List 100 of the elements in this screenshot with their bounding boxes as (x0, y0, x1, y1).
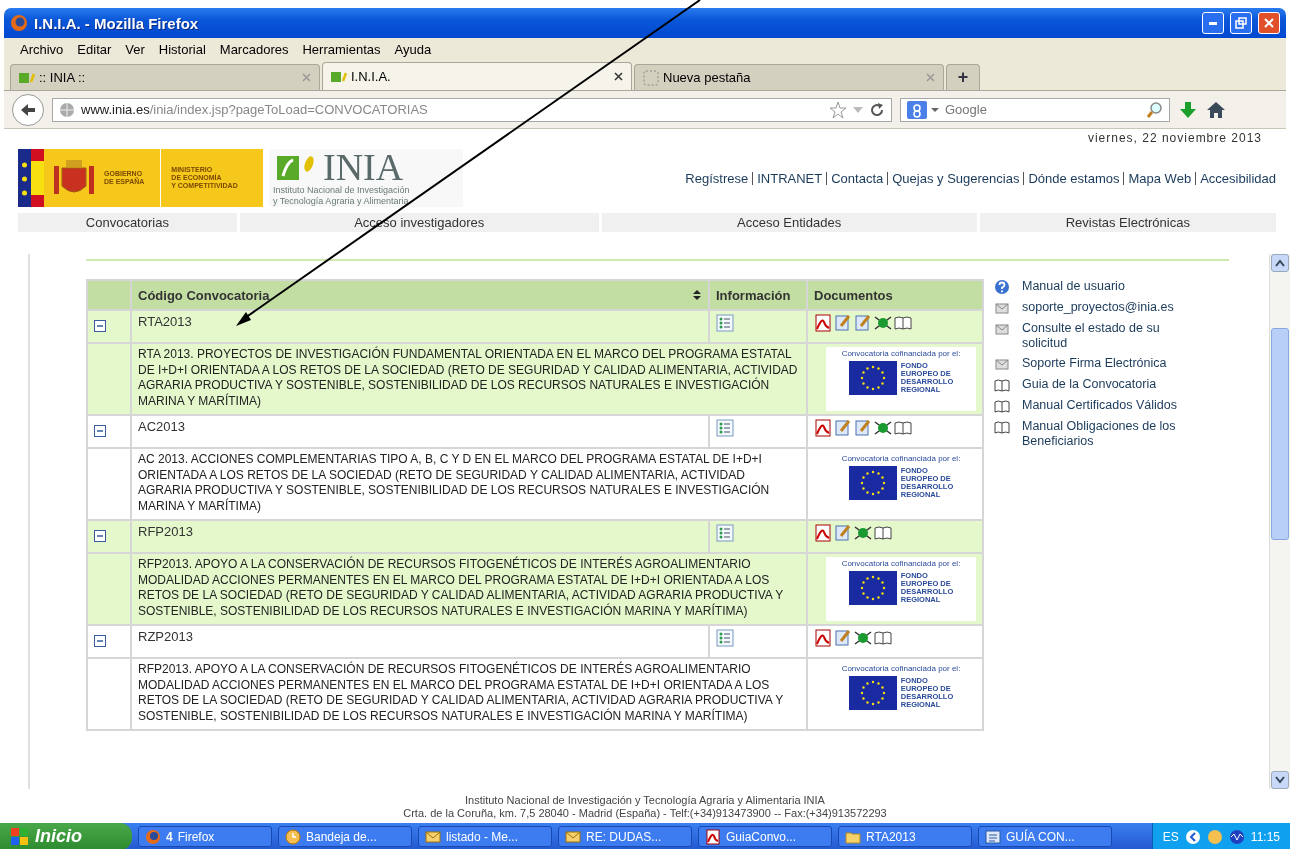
footer-text: Crta. de la Coruña, km. 7,5 28040 - Madrid (España) - Telf:(+34)913473900 -- Fax:(+34)913572293 (403, 807, 887, 820)
edit-document-icon (854, 314, 872, 332)
minimize-icon (1209, 21, 1217, 25)
network-icon (874, 314, 892, 332)
book-icon (894, 419, 912, 437)
header-link[interactable]: Quejas y Sugerencias (892, 170, 1020, 186)
minimize-button[interactable] (1202, 12, 1224, 34)
envelope-icon (994, 356, 1010, 372)
download-button[interactable] (1178, 99, 1198, 120)
blank-page-icon (643, 69, 659, 86)
menu-item[interactable]: Historial (152, 39, 212, 59)
restore-button[interactable] (1230, 12, 1252, 34)
sort-icon (692, 289, 702, 301)
taskbar-item[interactable]: RE: DUDAS... (558, 826, 692, 847)
network-icon (854, 524, 872, 542)
book-icon (994, 419, 1010, 435)
collapse-icon[interactable] (94, 635, 106, 647)
nav-menu-item[interactable]: Revistas Electrónicas (979, 213, 1276, 232)
date-text: viernes, 22 noviembre 2013 (1087, 131, 1262, 145)
sidebar-link[interactable]: Guia de la Convocatoria (994, 377, 1199, 393)
menu-item[interactable]: Herramientas (296, 39, 387, 59)
taskbar-item[interactable]: Bandeja de... (278, 826, 412, 847)
menu-item[interactable]: Editar (71, 39, 118, 59)
globe-icon (59, 101, 75, 118)
search-box[interactable]: Google (900, 97, 1170, 122)
sidebar-link[interactable]: soporte_proyectos@inia.es (994, 300, 1199, 316)
scroll-down-button[interactable] (1271, 771, 1289, 789)
reload-icon (869, 101, 885, 118)
taskbar-item[interactable]: 4 Firefox (138, 826, 272, 847)
envelope-icon (425, 828, 441, 845)
menu-item[interactable]: Ver (119, 39, 151, 59)
close-button[interactable] (1258, 12, 1280, 34)
book-icon (894, 314, 912, 332)
document-icon (985, 828, 1001, 845)
call-description: RTA 2013. PROYECTOS DE INVESTIGACIÓN FUNDAMENTAL ORIENTADA EN EL MARCO DEL PROGRAMA ESTATAL DE I+D+I ORIENTADA A LOS RETOS DE LA SOCIEDAD (RETO DE SEGURIDAD Y CALIDAD ALIMENTARIA, ACTIVIDAD AGRARIA PRODUCTIVA Y SOSTENIBLE, SOSTENIBILIDAD DE LOS RECURSOS NATURALES E INVESTIGACIÓN MARINA Y MARÍTIMA) (138, 347, 799, 409)
start-button[interactable]: Inicio (0, 823, 132, 849)
address-bar[interactable]: www.inia.es/inia/index.jsp?pageToLoad=CONVOCATORIAS (52, 97, 892, 122)
collapse-icon[interactable] (94, 320, 106, 332)
sidebar-link[interactable]: Manual de usuario (994, 279, 1199, 295)
call-code: RFP2013 (138, 524, 194, 541)
sidebar-link[interactable]: Consulte el estado de su solicitud (994, 321, 1199, 351)
column-header: Documentos (808, 281, 982, 309)
menu-item[interactable]: Ayuda (388, 39, 438, 59)
windows-logo-icon (10, 827, 29, 846)
search-engine-icon (907, 100, 927, 119)
header-link[interactable]: Regístrese (685, 170, 749, 186)
browser-tab[interactable]: :: INIA :: (10, 64, 320, 90)
pdf-icon (814, 314, 832, 332)
window-title: I.N.I.A. - Mozilla Firefox (34, 14, 200, 32)
chevron-down-icon (1275, 776, 1285, 784)
call-code: AC2013 (138, 419, 186, 436)
back-arrow-icon (19, 101, 37, 118)
new-tab-button[interactable]: + (946, 64, 980, 90)
firefox-icon (145, 828, 161, 845)
list-icon[interactable] (716, 419, 734, 437)
collapse-icon[interactable] (94, 425, 106, 437)
list-icon[interactable] (716, 524, 734, 542)
list-icon[interactable] (716, 314, 734, 332)
list-icon[interactable] (716, 629, 734, 647)
back-button[interactable] (12, 93, 44, 126)
column-header[interactable]: Código Convocatoria (138, 287, 270, 303)
pdf-icon (814, 629, 832, 647)
taskbar-item[interactable]: GUÍA CON... (978, 826, 1112, 847)
home-button[interactable] (1206, 99, 1226, 120)
restore-icon (1235, 17, 1247, 29)
browser-tab[interactable]: Nueva pestaña (634, 64, 944, 90)
book-icon (874, 524, 892, 542)
sidebar-link[interactable]: Manual Obligaciones de los Beneficiarios (994, 419, 1199, 449)
sidebar-link[interactable]: Soporte Firma Electrónica (994, 356, 1199, 372)
menu-item[interactable]: Archivo (14, 39, 70, 59)
header-link[interactable]: INTRANET (757, 170, 823, 186)
call-description: RFP2013. APOYO A LA CONSERVACIÓN DE RECURSOS FITOGENÉTICOS DE INTERÉS AGROALIMENTARIO MODALIDAD ACCIONES PERMANENTES EN EL MARCO DEL PROGRAMA ESTATAL DE I+D+I ORIENTADA A LOS RETOS DE LA SOCIEDAD (RETO DE SEGURIDAD Y CALIDAD ALIMENTARIA, ACTIVIDAD AGRARIA PRODUCTIVA Y SOSTENIBLE, SOSTENIBILIDAD DE LOS RECURSOS NATURALES E INVESTIGACIÓN MARINA Y MARÍTIMA) (138, 557, 785, 619)
nav-menu-item[interactable]: Acceso Entidades (601, 213, 977, 232)
close-tab-icon[interactable] (614, 72, 623, 81)
search-icon (1146, 100, 1163, 119)
chevron-up-icon (1275, 259, 1285, 267)
pdf-icon (814, 524, 832, 542)
call-code: RZP2013 (138, 629, 194, 646)
nav-menu-item[interactable]: Convocatorias (18, 213, 237, 232)
help-icon (994, 279, 1010, 295)
scrollbar[interactable] (1269, 254, 1290, 789)
header-link[interactable]: Dónde estamos (1028, 170, 1120, 186)
call-description: AC 2013. ACCIONES COMPLEMENTARIAS TIPO A, B, C Y D EN EL MARCO DEL PROGRAMA ESTATAL DE I+D+I ORIENTADA A LOS RETOS DE LA SOCIEDAD (RETO DE SEGURIDAD Y CALIDAD ALIMENTARIA, ACTIVIDAD AGRARIA PRODUCTIVA Y SOSTENIBLE, SOSTENIBILIDAD DE LOS RECURSOS NATURALES E INVESTIGACIÓN MARINA Y MARÍTIMA) (138, 452, 771, 514)
edit-document-icon (854, 419, 872, 437)
collapse-icon[interactable] (94, 530, 106, 542)
scroll-up-button[interactable] (1271, 254, 1289, 272)
header-link[interactable]: Contacta (831, 170, 884, 186)
envelope-icon (565, 828, 581, 845)
header-link[interactable]: Accesibilidad (1200, 170, 1276, 186)
menu-item[interactable]: Marcadores (213, 39, 295, 59)
browser-tab[interactable]: I.N.I.A. (322, 62, 632, 90)
taskbar-item[interactable]: listado - Me... (418, 826, 552, 847)
taskbar-item[interactable]: RTA2013 (838, 826, 972, 847)
taskbar-item[interactable]: GuiaConvo... (698, 826, 832, 847)
pdf-icon (705, 828, 721, 845)
envelope-icon (994, 300, 1010, 316)
header-link[interactable]: Mapa Web (1128, 170, 1192, 186)
sidebar-link[interactable]: Manual Certificados Válidos (994, 398, 1199, 414)
call-description: RFP2013. APOYO A LA CONSERVACIÓN DE RECURSOS FITOGENÉTICOS DE INTERÉS AGROALIMENTARIO MODALIDAD ACCIONES PERMANENTES EN EL MARCO DEL PROGRAMA ESTATAL DE I+D+I ORIENTADA A LOS RETOS DE LA SOCIEDAD (RETO DE SEGURIDAD Y CALIDAD ALIMENTARIA, ACTIVIDAD AGRARIA PRODUCTIVA Y SOSTENIBLE, SOSTENIBILIDAD DE LOS RECURSOS NATURALES E INVESTIGACIÓN MARINA Y MARÍTIMA) (138, 662, 785, 724)
book-icon (874, 629, 892, 647)
